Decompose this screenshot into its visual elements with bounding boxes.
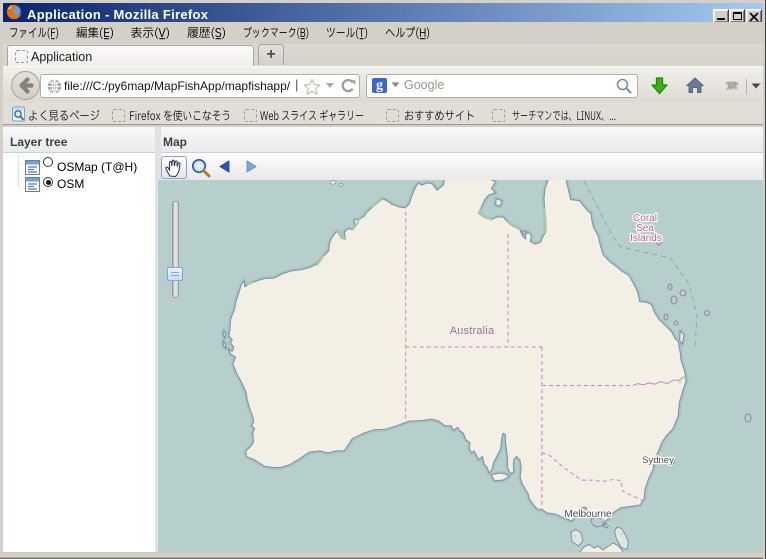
svg-text:Australia: Australia xyxy=(450,325,495,337)
svg-text:Islands: Islands xyxy=(630,233,662,244)
svg-text:Sydney: Sydney xyxy=(642,455,674,466)
svg-text:Melbourne: Melbourne xyxy=(564,509,612,520)
